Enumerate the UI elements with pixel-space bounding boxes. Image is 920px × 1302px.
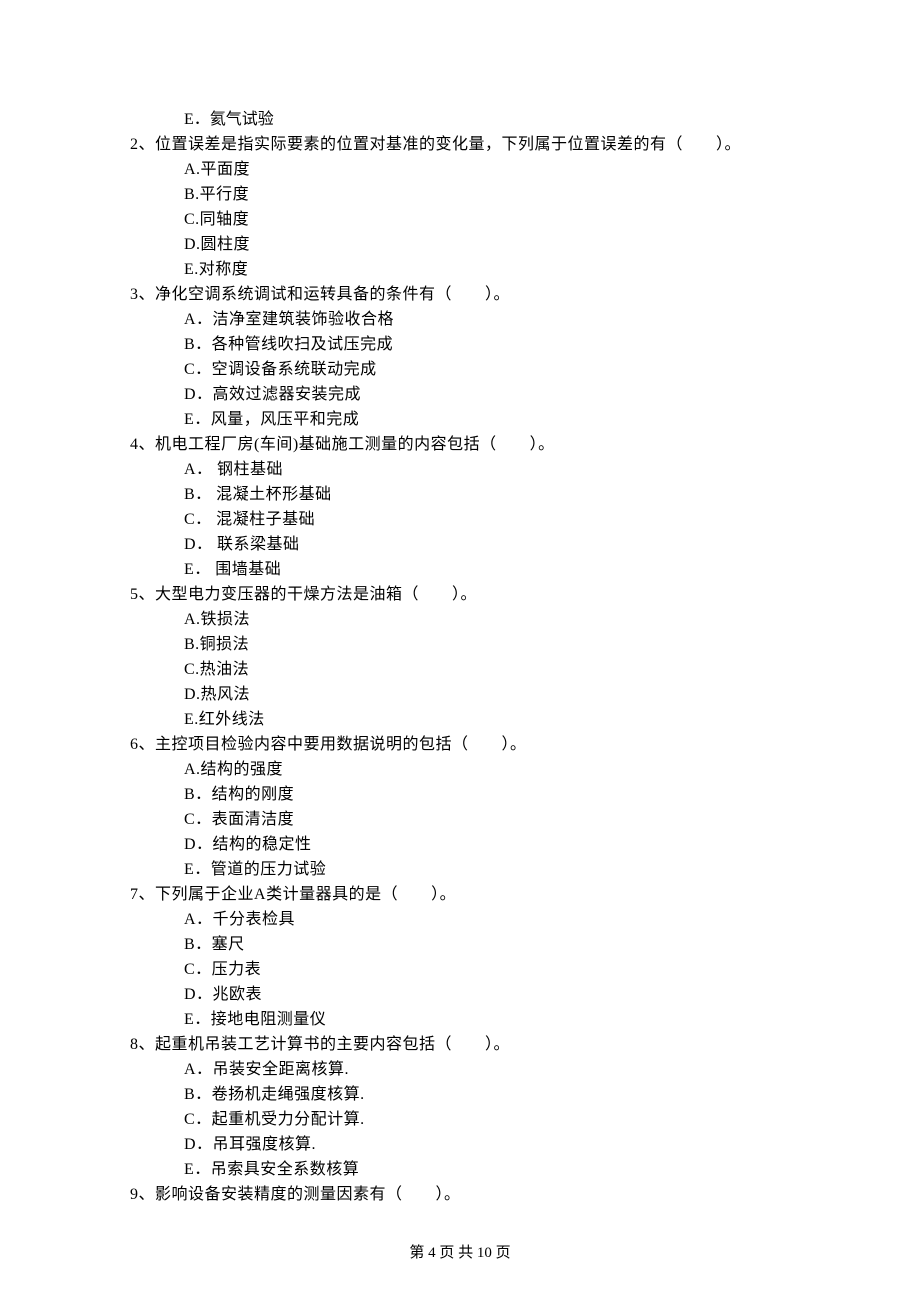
question-3: 3、净化空调系统调试和运转具备的条件有（ ）。 A．洁净室建筑装饰验收合格 B．…	[130, 283, 820, 432]
question-2-option-d: D.圆柱度	[184, 233, 820, 257]
question-8-text: 8、起重机吊装工艺计算书的主要内容包括（ ）。	[130, 1033, 820, 1057]
question-3-option-a: A．洁净室建筑装饰验收合格	[184, 308, 820, 332]
question-5-option-a: A.铁损法	[184, 608, 820, 632]
question-5: 5、大型电力变压器的干燥方法是油箱（ ）。 A.铁损法 B.铜损法 C.热油法 …	[130, 583, 820, 732]
question-3-option-b: B．各种管线吹扫及试压完成	[184, 333, 820, 357]
question-2-option-c: C.同轴度	[184, 208, 820, 232]
question-4: 4、机电工程厂房(车间)基础施工测量的内容包括（ ）。 A． 钢柱基础 B． 混…	[130, 433, 820, 582]
question-2-text: 2、位置误差是指实际要素的位置对基准的变化量，下列属于位置误差的有（ ）。	[130, 133, 820, 157]
question-6-text: 6、主控项目检验内容中要用数据说明的包括（ ）。	[130, 733, 820, 757]
question-2-option-b: B.平行度	[184, 183, 820, 207]
question-6-option-c: C．表面清洁度	[184, 808, 820, 832]
question-2-option-e: E.对称度	[184, 258, 820, 282]
question-8-option-a: A．吊装安全距离核算.	[184, 1058, 820, 1082]
question-6-option-b: B．结构的刚度	[184, 783, 820, 807]
question-6-option-e: E．管道的压力试验	[184, 858, 820, 882]
question-5-option-e: E.红外线法	[184, 708, 820, 732]
question-7-option-e: E．接地电阻测量仪	[184, 1008, 820, 1032]
question-7-option-a: A．千分表检具	[184, 908, 820, 932]
question-7-option-b: B．塞尺	[184, 933, 820, 957]
question-3-option-c: C．空调设备系统联动完成	[184, 358, 820, 382]
question-2: 2、位置误差是指实际要素的位置对基准的变化量，下列属于位置误差的有（ ）。 A.…	[130, 133, 820, 282]
question-4-option-a: A． 钢柱基础	[184, 458, 820, 482]
pre-option: E．氦气试验	[184, 108, 820, 132]
question-8-option-d: D．吊耳强度核算.	[184, 1133, 820, 1157]
question-5-option-d: D.热风法	[184, 683, 820, 707]
question-8-option-e: E．吊索具安全系数核算	[184, 1158, 820, 1182]
question-4-option-d: D． 联系梁基础	[184, 533, 820, 557]
question-4-option-c: C． 混凝柱子基础	[184, 508, 820, 532]
question-8: 8、起重机吊装工艺计算书的主要内容包括（ ）。 A．吊装安全距离核算. B．卷扬…	[130, 1033, 820, 1182]
question-3-text: 3、净化空调系统调试和运转具备的条件有（ ）。	[130, 283, 820, 307]
question-4-option-b: B． 混凝土杯形基础	[184, 483, 820, 507]
question-9: 9、影响设备安装精度的测量因素有（ ）。	[130, 1183, 820, 1207]
question-7-option-c: C．压力表	[184, 958, 820, 982]
question-9-text: 9、影响设备安装精度的测量因素有（ ）。	[130, 1183, 820, 1207]
question-7: 7、下列属于企业A类计量器具的是（ ）。 A．千分表检具 B．塞尺 C．压力表 …	[130, 883, 820, 1032]
question-7-option-d: D．兆欧表	[184, 983, 820, 1007]
question-4-text: 4、机电工程厂房(车间)基础施工测量的内容包括（ ）。	[130, 433, 820, 457]
question-5-option-c: C.热油法	[184, 658, 820, 682]
question-6-option-d: D．结构的稳定性	[184, 833, 820, 857]
question-5-option-b: B.铜损法	[184, 633, 820, 657]
question-6-option-a: A.结构的强度	[184, 758, 820, 782]
question-4-option-e: E． 围墙基础	[184, 558, 820, 582]
question-3-option-d: D．高效过滤器安装完成	[184, 383, 820, 407]
question-8-option-b: B．卷扬机走绳强度核算.	[184, 1083, 820, 1107]
question-5-text: 5、大型电力变压器的干燥方法是油箱（ ）。	[130, 583, 820, 607]
question-2-option-a: A.平面度	[184, 158, 820, 182]
question-7-text: 7、下列属于企业A类计量器具的是（ ）。	[130, 883, 820, 907]
page-footer: 第 4 页 共 10 页	[0, 1242, 920, 1265]
question-3-option-e: E．风量，风压平和完成	[184, 408, 820, 432]
question-6: 6、主控项目检验内容中要用数据说明的包括（ ）。 A.结构的强度 B．结构的刚度…	[130, 733, 820, 882]
question-8-option-c: C．起重机受力分配计算.	[184, 1108, 820, 1132]
